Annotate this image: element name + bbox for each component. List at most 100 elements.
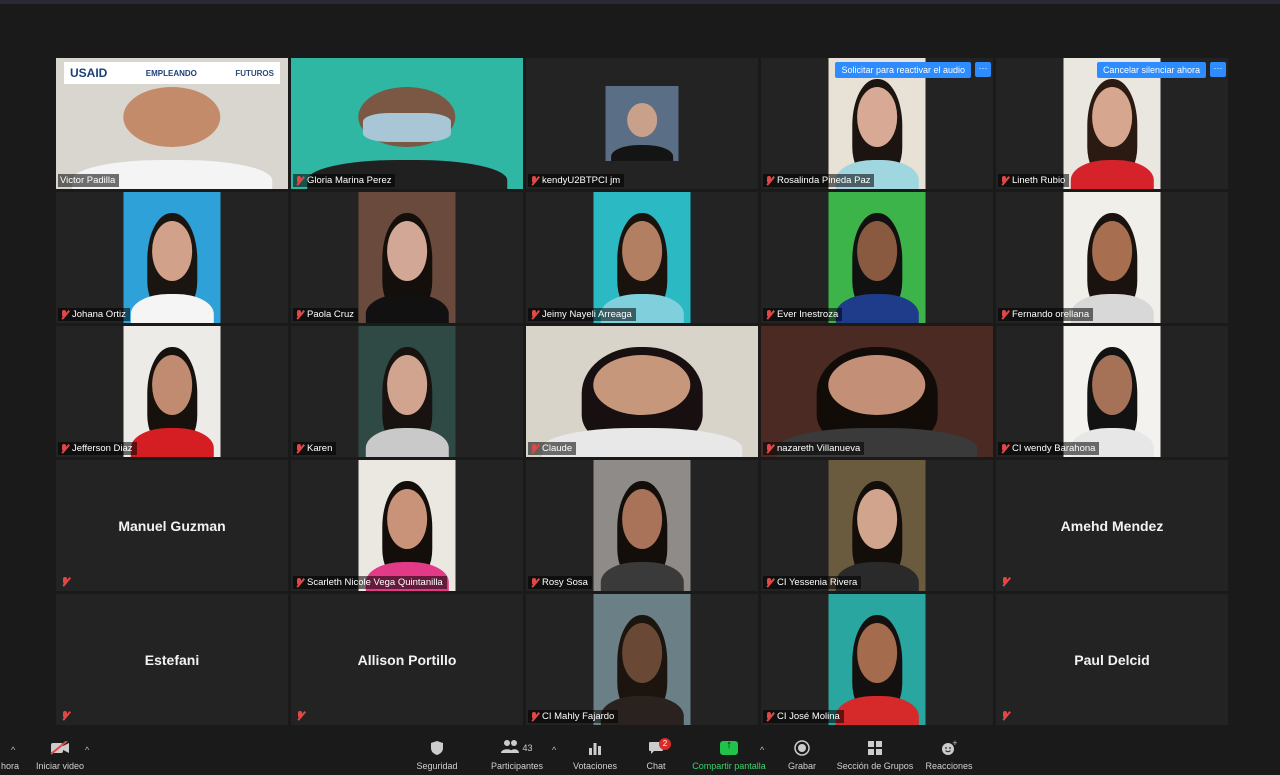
more-options-icon[interactable]: ··· [975, 62, 991, 77]
participant-tile[interactable]: Jefferson Diaz [56, 326, 288, 457]
participant-name: CI José Molina [777, 711, 840, 722]
participants-options-caret[interactable]: ^ [552, 745, 556, 755]
participant-video [1063, 192, 1161, 323]
participant-tile[interactable]: Paola Cruz [291, 192, 523, 323]
participant-tile[interactable]: Jeimy Nayeli Arreaga [526, 192, 758, 323]
face-mask-shape [362, 113, 452, 142]
video-options-caret[interactable]: ^ [85, 745, 89, 755]
participants-count: 43 [522, 743, 533, 753]
participant-tile[interactable]: Ever Inestroza [761, 192, 993, 323]
participant-name: Gloria Marina Perez [307, 175, 392, 186]
participant-tile[interactable]: Paul Delcid [996, 594, 1228, 725]
video-body-shape [365, 428, 449, 457]
participant-name-label: CI José Molina [763, 710, 844, 723]
participant-tile[interactable]: Johana Ortiz [56, 192, 288, 323]
participant-name: CI wendy Barahona [1012, 443, 1096, 454]
meeting-toolbar: ^ hora Iniciar video ^ Seguridad 43 Part… [0, 737, 1280, 775]
breakout-rooms-button[interactable]: Sección de Grupos [836, 737, 914, 771]
svg-text:+: + [952, 740, 957, 747]
participant-name: kendyU2BTPCI jm [542, 175, 621, 186]
participant-video [1063, 326, 1161, 457]
participant-name: CI Yessenia Rivera [777, 577, 858, 588]
participant-name-label: Paola Cruz [293, 308, 358, 321]
video-face-shape [1091, 354, 1133, 416]
participant-tile[interactable]: CI Mahly Fajardo [526, 594, 758, 725]
video-body-shape [600, 562, 684, 591]
participant-name: Lineth Rubio [1012, 175, 1066, 186]
more-options-icon[interactable]: ··· [1210, 62, 1226, 77]
participant-display-name: Amehd Mendez [1060, 517, 1164, 534]
mic-muted-icon [61, 577, 70, 587]
participant-name: Paola Cruz [307, 309, 354, 320]
unmute-request-badge[interactable]: Cancelar silenciar ahora [1096, 62, 1206, 78]
participant-video [358, 192, 456, 323]
participant-video: USAID EMPLEANDO FUTUROS [56, 58, 288, 189]
video-body-shape [130, 428, 214, 457]
unmute-request-badge[interactable]: Solicitar para reactivar el audio [835, 62, 971, 78]
participant-name-label: CI Yessenia Rivera [763, 576, 862, 589]
participant-name: Fernando orellana [1012, 309, 1090, 320]
participant-name-label: Victor Padilla [58, 174, 120, 187]
shield-icon [412, 737, 462, 759]
participant-name-label: Lineth Rubio [998, 174, 1070, 187]
mic-muted-icon [530, 577, 539, 588]
participant-name: Jefferson Diaz [72, 443, 133, 454]
participant-tile[interactable]: Rosy Sosa [526, 460, 758, 591]
participant-tile[interactable]: Manuel Guzman [56, 460, 288, 591]
polls-button[interactable]: Votaciones [570, 737, 620, 771]
bar-chart-icon [570, 737, 620, 759]
video-face-shape [621, 622, 663, 684]
gallery-grid: USAID EMPLEANDO FUTUROS Victor Padilla Glori… [56, 58, 1228, 725]
mic-muted-icon [295, 443, 304, 454]
participant-name-label: Jeimy Nayeli Arreaga [528, 308, 636, 321]
share-screen-button[interactable]: Compartir pantalla [690, 737, 768, 771]
video-face-shape [151, 354, 193, 416]
participant-tile[interactable]: Karen [291, 326, 523, 457]
security-button[interactable]: Seguridad [412, 737, 462, 771]
participant-name: Victor Padilla [60, 175, 116, 186]
mic-muted-icon [765, 175, 774, 186]
mic-muted-icon [1000, 175, 1009, 186]
video-body-shape [365, 294, 449, 323]
participant-name: Karen [307, 443, 333, 454]
share-screen-label: Compartir pantalla [692, 761, 766, 771]
video-body-shape [130, 294, 214, 323]
chat-button[interactable]: 2 Chat [640, 737, 672, 771]
reactions-button[interactable]: + Reacciones [924, 737, 974, 771]
participant-tile[interactable]: CI José Molina [761, 594, 993, 725]
participants-button[interactable]: 43 Participantes [488, 737, 546, 771]
record-button[interactable]: Grabar [784, 737, 820, 771]
video-face-shape [621, 220, 663, 282]
mic-muted-icon [765, 443, 774, 454]
audio-button[interactable]: ^ hora [0, 737, 20, 771]
participant-name: Claude [542, 443, 573, 454]
share-options-caret[interactable]: ^ [760, 745, 764, 755]
participant-video [593, 460, 691, 591]
participant-tile[interactable]: Gloria Marina Perez [291, 58, 523, 189]
participant-name: CI Mahly Fajardo [542, 711, 615, 722]
participant-tile[interactable]: Lineth Rubio Cancelar silenciar ahora ··· [996, 58, 1228, 189]
participant-tile[interactable]: Allison Portillo [291, 594, 523, 725]
mic-muted-icon [1001, 711, 1010, 721]
participant-name-label: Johana Ortiz [58, 308, 130, 321]
participant-tile[interactable]: Amehd Mendez [996, 460, 1228, 591]
participant-name: Scarleth Nicole Vega Quintanilla [307, 577, 443, 588]
participant-tile[interactable]: Estefani [56, 594, 288, 725]
participant-tile[interactable]: Rosalinda Pineda Paz Solicitar para react… [761, 58, 993, 189]
start-video-button[interactable]: Iniciar video [34, 737, 86, 771]
mic-muted-icon [295, 175, 304, 186]
participant-tile[interactable]: kendyU2BTPCI jm [526, 58, 758, 189]
participant-video [605, 86, 679, 161]
participant-tile[interactable]: USAID EMPLEANDO FUTUROS Victor Padilla [56, 58, 288, 189]
participant-tile[interactable]: Claude [526, 326, 758, 457]
participant-tile[interactable]: Fernando orellana [996, 192, 1228, 323]
participant-tile[interactable]: CI Yessenia Rivera [761, 460, 993, 591]
video-face-shape [593, 354, 691, 416]
participant-tile[interactable]: Scarleth Nicole Vega Quintanilla [291, 460, 523, 591]
breakout-rooms-label: Sección de Grupos [836, 761, 914, 771]
participant-display-name: Allison Portillo [357, 651, 457, 668]
participant-tile[interactable]: CI wendy Barahona [996, 326, 1228, 457]
mic-muted-icon [530, 175, 539, 186]
chat-label: Chat [646, 761, 666, 771]
participant-tile[interactable]: nazareth Villanueva [761, 326, 993, 457]
